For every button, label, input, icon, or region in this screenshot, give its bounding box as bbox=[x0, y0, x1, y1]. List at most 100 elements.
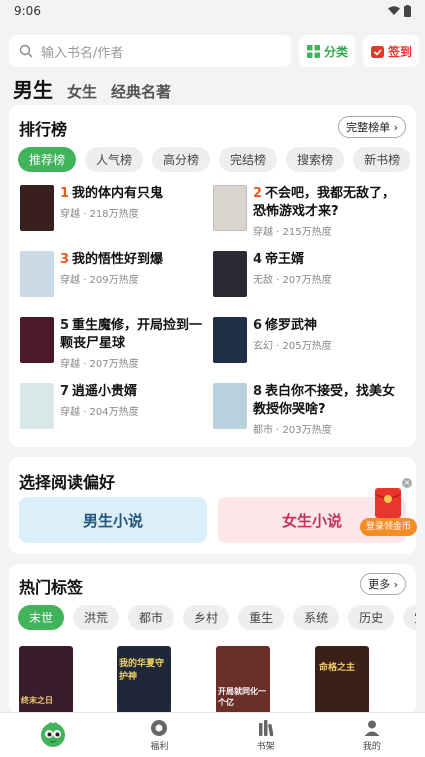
full-list-button[interactable]: 完整榜单 › bbox=[338, 116, 406, 138]
tab-welfare[interactable]: 福利 bbox=[106, 713, 212, 757]
signin-button[interactable]: 签到 bbox=[362, 35, 419, 67]
book-meta: 玄幻 · 205万热度 bbox=[253, 341, 332, 352]
bookshelf-icon bbox=[258, 719, 273, 736]
wifi-icon bbox=[388, 6, 400, 15]
status-bar: 9:06 bbox=[0, 0, 425, 22]
book-meta: 穿越 · 218万热度 bbox=[60, 209, 139, 220]
search-row: 输入书名/作者 分类 签到 bbox=[9, 35, 419, 67]
tag-chip[interactable]: 系统 bbox=[293, 605, 340, 630]
search-placeholder: 输入书名/作者 bbox=[41, 45, 124, 61]
book-cover bbox=[20, 317, 54, 363]
search-icon bbox=[19, 44, 33, 58]
rank-item-7[interactable]: 7 逍遥小贵婿 穿越 · 204万热度 bbox=[20, 383, 215, 441]
rank-number: 1 bbox=[60, 186, 70, 201]
rank-item-6[interactable]: 6 修罗武神 玄幻 · 205万热度 bbox=[213, 317, 408, 375]
chip-popular[interactable]: 人气榜 bbox=[85, 147, 144, 172]
book-title: 我的体内有只鬼 bbox=[72, 186, 164, 201]
book-meta: 穿越 · 207万热度 bbox=[60, 359, 139, 370]
book-title: 帝王婿 bbox=[265, 252, 305, 267]
rank-number: 8 bbox=[253, 384, 263, 399]
chip-highscore[interactable]: 高分榜 bbox=[152, 147, 211, 172]
hot-book-cover[interactable]: 开局就同化一个亿 bbox=[216, 646, 270, 714]
book-title: 我的悟性好到爆 bbox=[72, 252, 164, 267]
book-cover bbox=[20, 383, 54, 429]
ranking-card: 排行榜 完整榜单 › 推荐榜 人气榜 高分榜 完结榜 搜索榜 新书榜 1 我的体内… bbox=[9, 105, 416, 447]
category-label: 分类 bbox=[323, 44, 348, 59]
rank-number: 5 bbox=[60, 318, 70, 333]
gender-tabs: 男生 女生 经典名著 bbox=[13, 74, 171, 103]
hot-tags-card: 热门标签 更多 › 末世 洪荒 都市 乡村 重生 系统 历史 宝 终末之日 我的… bbox=[9, 564, 416, 714]
rank-number: 2 bbox=[253, 186, 263, 201]
book-title: 重生魔修，开局捡到一颗丧尸星球 bbox=[60, 318, 203, 351]
battery-icon bbox=[404, 5, 411, 17]
chip-recommend[interactable]: 推荐榜 bbox=[18, 147, 77, 172]
chip-search[interactable]: 搜索榜 bbox=[286, 147, 345, 172]
tag-chip[interactable]: 乡村 bbox=[183, 605, 230, 630]
hot-book-cover[interactable]: 命格之主 bbox=[315, 646, 369, 714]
tag-chip[interactable]: 重生 bbox=[238, 605, 285, 630]
hot-tag-chips: 末世 洪荒 都市 乡村 重生 系统 历史 宝 bbox=[18, 605, 416, 630]
rank-item-8[interactable]: 8 表白你不接受，找美女教授你哭啥? 都市 · 203万热度 bbox=[213, 383, 408, 441]
tab-bookshelf[interactable]: 书架 bbox=[213, 713, 319, 757]
tab-classics[interactable]: 经典名著 bbox=[111, 81, 171, 102]
tag-chip[interactable]: 都市 bbox=[128, 605, 175, 630]
rank-item-4[interactable]: 4 帝王婿 无敌 · 207万热度 bbox=[213, 251, 408, 309]
preference-card: 选择阅读偏好 男生小说 女生小说 bbox=[9, 457, 416, 554]
rank-number: 3 bbox=[60, 252, 70, 267]
bottom-tab-bar: 福利 书架 我的 bbox=[0, 712, 425, 757]
book-cover bbox=[213, 251, 247, 297]
more-tags-button[interactable]: 更多 › bbox=[360, 573, 406, 595]
chip-newbook[interactable]: 新书榜 bbox=[353, 147, 410, 172]
book-meta: 穿越 · 204万热度 bbox=[60, 407, 139, 418]
tab-female[interactable]: 女生 bbox=[67, 81, 97, 102]
tag-chip[interactable]: 末世 bbox=[18, 605, 65, 630]
user-icon bbox=[364, 720, 380, 736]
book-meta: 穿越 · 209万热度 bbox=[60, 275, 139, 286]
book-cover bbox=[213, 185, 247, 231]
preference-title: 选择阅读偏好 bbox=[19, 473, 116, 492]
rank-item-1[interactable]: 1 我的体内有只鬼 穿越 · 218万热度 bbox=[20, 185, 215, 243]
book-meta: 无敌 · 207万热度 bbox=[253, 275, 332, 286]
ranking-chips: 推荐榜 人气榜 高分榜 完结榜 搜索榜 新书榜 bbox=[18, 147, 410, 172]
male-novel-button[interactable]: 男生小说 bbox=[19, 497, 207, 543]
book-cover bbox=[213, 383, 247, 429]
tab-profile[interactable]: 我的 bbox=[319, 713, 425, 757]
app-mascot-icon bbox=[41, 722, 66, 747]
tab-bookstore[interactable] bbox=[0, 713, 106, 757]
book-title: 修罗武神 bbox=[265, 318, 318, 333]
category-button[interactable]: 分类 bbox=[298, 35, 355, 67]
tag-chip[interactable]: 历史 bbox=[348, 605, 395, 630]
status-time: 9:06 bbox=[14, 4, 41, 18]
tag-chip[interactable]: 宝 bbox=[403, 605, 416, 630]
grid-icon bbox=[306, 44, 320, 58]
book-cover bbox=[20, 251, 54, 297]
book-cover bbox=[213, 317, 247, 363]
login-coin-label: 登录领金币 bbox=[360, 518, 417, 536]
rank-number: 7 bbox=[60, 384, 70, 399]
book-title: 不会吧，我都无敌了，恐怖游戏才来? bbox=[253, 186, 396, 219]
ranking-title: 排行榜 bbox=[19, 120, 68, 139]
calendar-icon bbox=[370, 45, 384, 58]
close-icon[interactable]: × bbox=[402, 478, 412, 488]
rank-number: 6 bbox=[253, 318, 263, 333]
book-meta: 都市 · 203万热度 bbox=[253, 425, 332, 436]
welfare-icon bbox=[151, 719, 168, 736]
rank-item-5[interactable]: 5 重生魔修，开局捡到一颗丧尸星球 穿越 · 207万热度 bbox=[20, 317, 215, 375]
hot-tags-title: 热门标签 bbox=[19, 578, 84, 597]
rank-item-3[interactable]: 3 我的悟性好到爆 穿越 · 209万热度 bbox=[20, 251, 215, 309]
rank-item-2[interactable]: 2 不会吧，我都无敌了，恐怖游戏才来? 穿越 · 215万热度 bbox=[213, 185, 408, 243]
signin-label: 签到 bbox=[387, 44, 412, 59]
search-input[interactable]: 输入书名/作者 bbox=[9, 35, 291, 67]
hot-book-cover[interactable]: 我的华夏守护神 bbox=[117, 646, 171, 714]
book-cover bbox=[20, 185, 54, 231]
tab-male[interactable]: 男生 bbox=[13, 74, 53, 103]
rank-number: 4 bbox=[253, 252, 263, 267]
chip-completed[interactable]: 完结榜 bbox=[219, 147, 278, 172]
hot-book-cover[interactable]: 终末之日 bbox=[19, 646, 73, 714]
book-title: 逍遥小贵婿 bbox=[72, 384, 138, 399]
red-packet-icon bbox=[374, 488, 402, 518]
book-meta: 穿越 · 215万热度 bbox=[253, 227, 332, 238]
book-title: 表白你不接受，找美女教授你哭啥? bbox=[253, 384, 396, 417]
login-coin-badge[interactable]: × 登录领金币 bbox=[360, 478, 417, 538]
tag-chip[interactable]: 洪荒 bbox=[73, 605, 120, 630]
